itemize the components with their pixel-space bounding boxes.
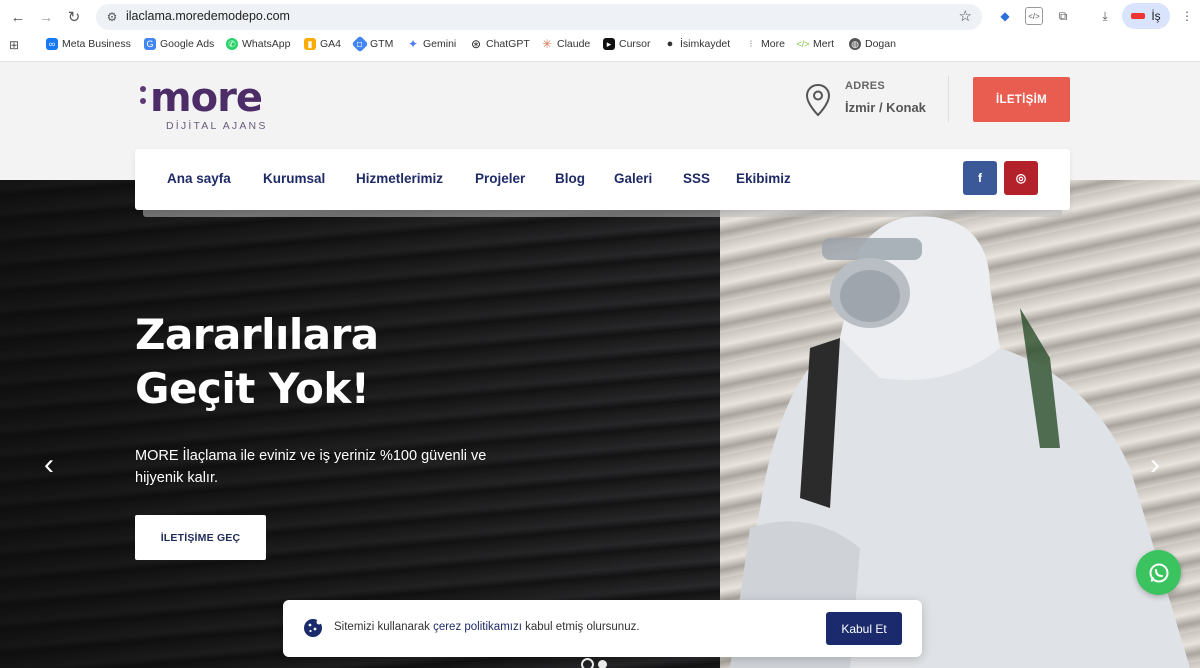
profile-label: İş: [1151, 9, 1161, 23]
hero-slider: Zararlılara Geçit Yok! MORE İlaçlama ile…: [0, 180, 1200, 668]
hero-description: MORE İlaçlama ile eviniz ve iş yeriniz %…: [135, 448, 487, 486]
nav-underlay: [143, 210, 1062, 217]
globe-icon: ◍: [849, 38, 861, 50]
bookmark-mert[interactable]: </> Mert: [796, 38, 835, 50]
back-icon[interactable]: ←: [7, 6, 29, 28]
nav-item-ana-sayfa[interactable]: Ana sayfa: [167, 171, 231, 186]
slider-dot-2[interactable]: [598, 660, 607, 668]
code-icon: </>: [796, 39, 810, 49]
claude-icon: ✳: [541, 37, 553, 51]
web-page: more DİJİTAL AJANS ADRES İzmir / Konak İ…: [0, 62, 1200, 668]
gemini-icon: ✦: [407, 37, 419, 51]
address-bar[interactable]: ⚙ ilaclama.moredemodepo.com ☆: [96, 4, 982, 30]
extensions-puzzle-icon[interactable]: ⧉: [1054, 7, 1072, 25]
analytics-icon: ▮: [304, 38, 316, 50]
bookmark-gemini[interactable]: ✦ Gemini: [407, 37, 456, 51]
isimkaydet-icon: ●: [666, 38, 674, 50]
meta-icon: ∞: [46, 38, 58, 50]
whatsapp-icon: ✆: [226, 38, 238, 50]
nav-item-hizmetlerimiz[interactable]: Hizmetlerimiz: [356, 171, 443, 186]
extension-code-icon[interactable]: </>: [1025, 7, 1043, 25]
hero-title: Zararlılara Geçit Yok!: [135, 310, 379, 413]
slider-pagination: [583, 660, 607, 668]
whatsapp-icon: [1149, 563, 1168, 582]
bookmark-whatsapp[interactable]: ✆ WhatsApp: [226, 38, 290, 50]
bookmarks-bar: ⊞ ∞ Meta Business G Google Ads ✆ WhatsApp ▮…: [0, 35, 1200, 56]
instagram-icon[interactable]: ◎: [1004, 161, 1038, 195]
bookmark-isimkaydet[interactable]: ● İsimkaydet: [664, 38, 731, 50]
cookie-policy-link[interactable]: çerez politikamızı: [433, 621, 522, 633]
logo-dots: [140, 86, 148, 110]
bookmark-meta-business[interactable]: ∞ Meta Business: [46, 38, 131, 50]
cursor-icon: ▸: [603, 38, 615, 50]
nav-item-ekibimiz[interactable]: Ekibimiz: [736, 171, 791, 186]
cookie-icon: [304, 619, 322, 637]
profile-button[interactable]: İş: [1122, 3, 1170, 29]
logo-text: more: [150, 75, 263, 121]
logo-subtitle: DİJİTAL AJANS: [166, 120, 268, 132]
chatgpt-icon: ⊛: [470, 37, 482, 51]
address-label: ADRES: [845, 80, 886, 92]
header-divider: [948, 76, 949, 122]
bookmark-claude[interactable]: ✳ Claude: [541, 37, 590, 51]
hero-worker-image: [730, 216, 1190, 668]
browser-menu-icon[interactable]: ⋮: [1178, 7, 1196, 25]
nav-item-galeri[interactable]: Galeri: [614, 171, 652, 186]
apps-grid-icon[interactable]: ⊞: [9, 38, 19, 52]
nav-item-projeler[interactable]: Projeler: [475, 171, 525, 186]
slider-prev-icon[interactable]: ‹: [37, 448, 61, 481]
google-icon: G: [144, 38, 156, 50]
nav-item-sss[interactable]: SSS: [683, 171, 710, 186]
cookie-message: Sitemizi kullanarak çerez politikamızı k…: [334, 621, 640, 633]
bookmark-more[interactable]: ⁝ More: [745, 38, 785, 50]
url-text[interactable]: ilaclama.moredemodepo.com: [126, 9, 290, 23]
bookmark-gtm[interactable]: ◇ GTM: [351, 35, 393, 53]
bookmark-ga4[interactable]: ▮ GA4: [304, 38, 341, 50]
browser-toolbar: ← → ↻ ⚙ ilaclama.moredemodepo.com ☆ ◆ </…: [0, 0, 1200, 33]
bookmark-dogan[interactable]: ◍ Dogan: [849, 38, 896, 50]
site-logo[interactable]: more DİJİTAL AJANS: [140, 76, 300, 132]
bookmark-chatgpt[interactable]: ⊛ ChatGPT: [470, 37, 530, 51]
extension-tag-icon[interactable]: ◆: [996, 7, 1014, 25]
more-icon: ⁝: [749, 38, 753, 50]
location-pin-icon: [805, 83, 831, 117]
nav-item-blog[interactable]: Blog: [555, 171, 585, 186]
contact-button[interactable]: İLETİŞİM: [973, 77, 1070, 122]
reload-icon[interactable]: ↻: [63, 6, 85, 28]
hero-overlay: [0, 180, 720, 668]
site-info-icon[interactable]: ⚙: [104, 9, 120, 25]
nav-item-kurumsal[interactable]: Kurumsal: [263, 171, 325, 186]
whatsapp-float-button[interactable]: [1136, 550, 1181, 595]
facebook-icon[interactable]: f: [963, 161, 997, 195]
browser-chrome: ← → ↻ ⚙ ilaclama.moredemodepo.com ☆ ◆ </…: [0, 0, 1200, 62]
address-value: İzmir / Konak: [845, 100, 926, 115]
cookie-accept-button[interactable]: Kabul Et: [826, 612, 902, 645]
slider-dot-1[interactable]: [583, 660, 592, 668]
address-block: ADRES İzmir / Konak: [804, 80, 944, 126]
main-nav: Ana sayfa Kurumsal Hizmetlerimiz Projele…: [135, 149, 1070, 210]
download-icon[interactable]: ⤓: [1096, 7, 1114, 25]
gtm-icon: ◇: [351, 35, 369, 53]
bookmark-star-icon[interactable]: ☆: [959, 7, 972, 25]
forward-icon[interactable]: →: [35, 6, 57, 28]
hero-contact-button[interactable]: İLETİŞİME GEÇ: [135, 515, 266, 560]
cookie-banner: Sitemizi kullanarak çerez politikamızı k…: [283, 600, 922, 657]
bookmark-google-ads[interactable]: G Google Ads: [144, 38, 214, 50]
bookmark-cursor[interactable]: ▸ Cursor: [603, 38, 651, 50]
profile-avatar-icon: [1131, 13, 1146, 19]
slider-next-icon[interactable]: ›: [1143, 448, 1167, 481]
